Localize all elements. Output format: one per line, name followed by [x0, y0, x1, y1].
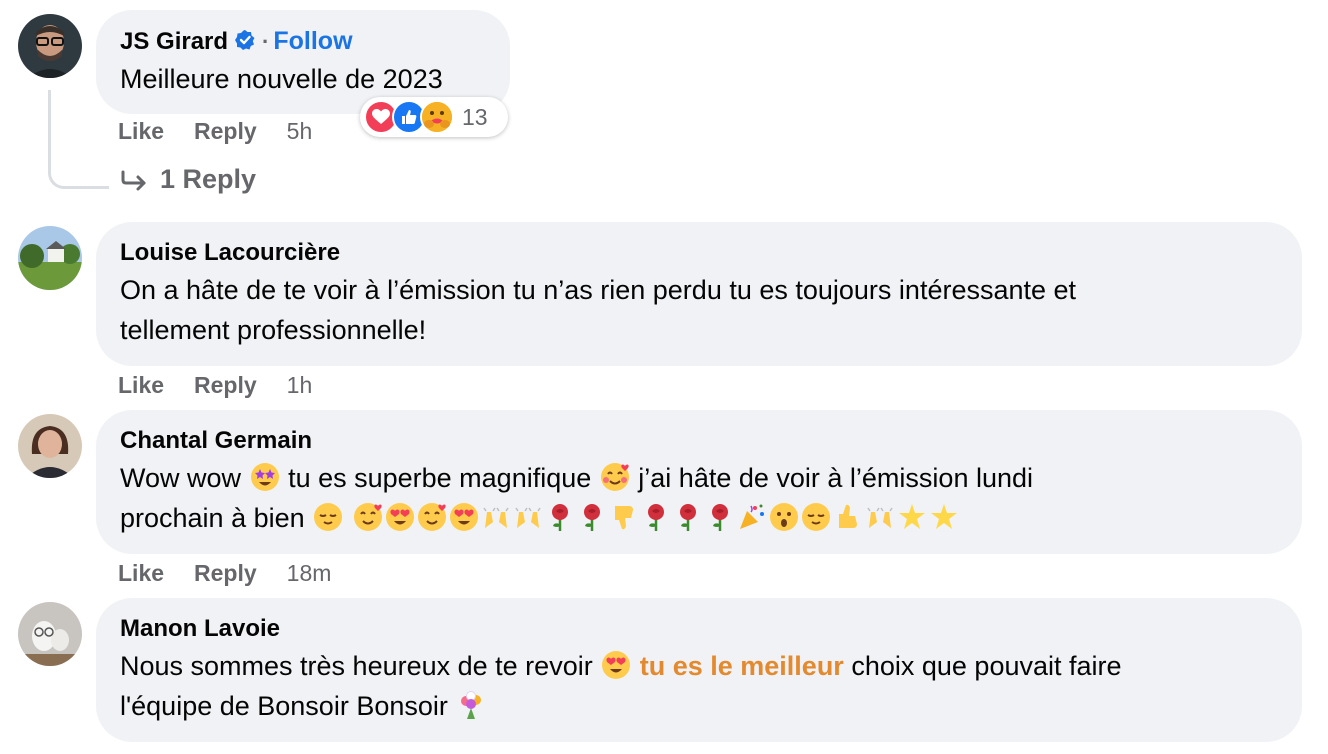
thumbs-down-emoji-icon — [614, 506, 633, 530]
party-popper-emoji-icon — [739, 504, 764, 529]
reply-arrow-icon — [121, 170, 146, 191]
raising-hands-emoji-icon — [867, 507, 893, 528]
comment-text: Nous sommes très heureux de te revoir tu… — [120, 646, 1278, 726]
comment-timestamp[interactable]: 18m — [287, 560, 332, 586]
heart-eyes-emoji-icon — [602, 651, 631, 679]
relieved-face-emoji-icon — [801, 503, 830, 531]
emoji-sequence — [352, 503, 960, 533]
comment-text-line: tellement professionnelle! — [120, 315, 427, 345]
smiling-face-with-hearts-emoji-icon — [353, 503, 382, 531]
comment-bubble-chantal-germain: Chantal Germain Wow wow tu es superbe ma… — [96, 410, 1302, 554]
comment-text-line: On a hâte de te voir à l’émission tu n’a… — [120, 275, 1077, 305]
glowing-star-emoji-icon — [898, 504, 925, 529]
comment-text: Wow wow tu es superbe magnifique j’ai hâ… — [120, 458, 1278, 538]
comment-actions: Like Reply 18m — [118, 560, 331, 587]
comment-bubble-manon-lavoie: Manon Lavoie Nous sommes très heureux de… — [96, 598, 1302, 742]
view-replies-link[interactable]: 1 Reply — [120, 164, 256, 195]
raising-hands-emoji-icon — [515, 507, 541, 528]
smiling-face-with-hearts-emoji-icon — [600, 463, 629, 491]
like-button[interactable]: Like — [118, 118, 164, 144]
care-icon — [420, 100, 454, 134]
follow-button[interactable]: Follow — [273, 27, 352, 55]
comment-author[interactable]: Chantal Germain — [120, 424, 1278, 458]
comment-actions: Like Reply 5h — [118, 118, 312, 145]
comment-author[interactable]: JS Girard — [120, 28, 228, 55]
heart-eyes-emoji-icon — [385, 503, 414, 531]
rose-emoji-icon — [711, 504, 728, 531]
raising-hands-emoji-icon — [483, 507, 509, 528]
highlighted-text: tu es le meilleur — [639, 651, 844, 681]
view-replies-label[interactable]: 1 Reply — [160, 164, 256, 194]
reply-button[interactable]: Reply — [194, 372, 257, 398]
avatar-manon-lavoie[interactable] — [18, 602, 82, 666]
thumbs-up-emoji-icon — [838, 504, 857, 528]
comment-text-part: choix que pouvait faire — [851, 651, 1122, 681]
like-button[interactable]: Like — [118, 372, 164, 398]
comment-text-part: j’ai hâte de voir à l’émission lundi — [638, 463, 1034, 493]
comment-bubble-louise-lacourciere: Louise Lacourcière On a hâte de te voir … — [96, 222, 1302, 366]
avatar-chantal-germain[interactable] — [18, 414, 82, 478]
comment-text: Meilleure nouvelle de 2023 — [120, 64, 443, 94]
comment-timestamp[interactable]: 5h — [287, 118, 313, 144]
reaction-count: 13 — [462, 103, 488, 130]
comment-text-part: l'équipe de Bonsoir Bonsoir — [120, 691, 448, 721]
like-button[interactable]: Like — [118, 560, 164, 586]
comment-text-part: prochain à bien — [120, 503, 305, 533]
heart-eyes-emoji-icon — [449, 503, 478, 531]
smiling-face-with-hearts-emoji-icon — [417, 503, 446, 531]
comment-text: On a hâte de te voir à l’émission tu n’a… — [120, 270, 1278, 350]
rose-emoji-icon — [647, 504, 664, 531]
comment-text-part: tu es superbe magnifique — [288, 463, 592, 493]
reply-button[interactable]: Reply — [194, 560, 257, 586]
comment-text-part: Wow wow — [120, 463, 242, 493]
rose-emoji-icon — [583, 504, 600, 531]
separator-dot: · — [262, 29, 270, 54]
relieved-face-emoji-icon — [314, 503, 343, 531]
star-struck-emoji-icon — [250, 463, 279, 491]
reactions-summary[interactable]: 13 — [360, 97, 508, 137]
bouquet-emoji-icon — [461, 691, 482, 719]
comment-actions: Like Reply 1h — [118, 372, 312, 399]
comment-text-part: Nous sommes très heureux de te revoir — [120, 651, 593, 681]
rose-emoji-icon — [551, 504, 568, 531]
avatar-js-girard[interactable] — [18, 14, 82, 78]
avatar-louise-lacourciere[interactable] — [18, 226, 82, 290]
comment-timestamp[interactable]: 1h — [287, 372, 313, 398]
reply-button[interactable]: Reply — [194, 118, 257, 144]
comment-author[interactable]: Louise Lacourcière — [120, 236, 1278, 270]
comment-author[interactable]: Manon Lavoie — [120, 612, 1278, 646]
verified-badge-icon — [234, 27, 256, 50]
glowing-star-emoji-icon — [930, 504, 957, 529]
thread-line — [48, 90, 109, 189]
astonished-face-emoji-icon — [769, 503, 798, 531]
rose-emoji-icon — [679, 504, 696, 531]
